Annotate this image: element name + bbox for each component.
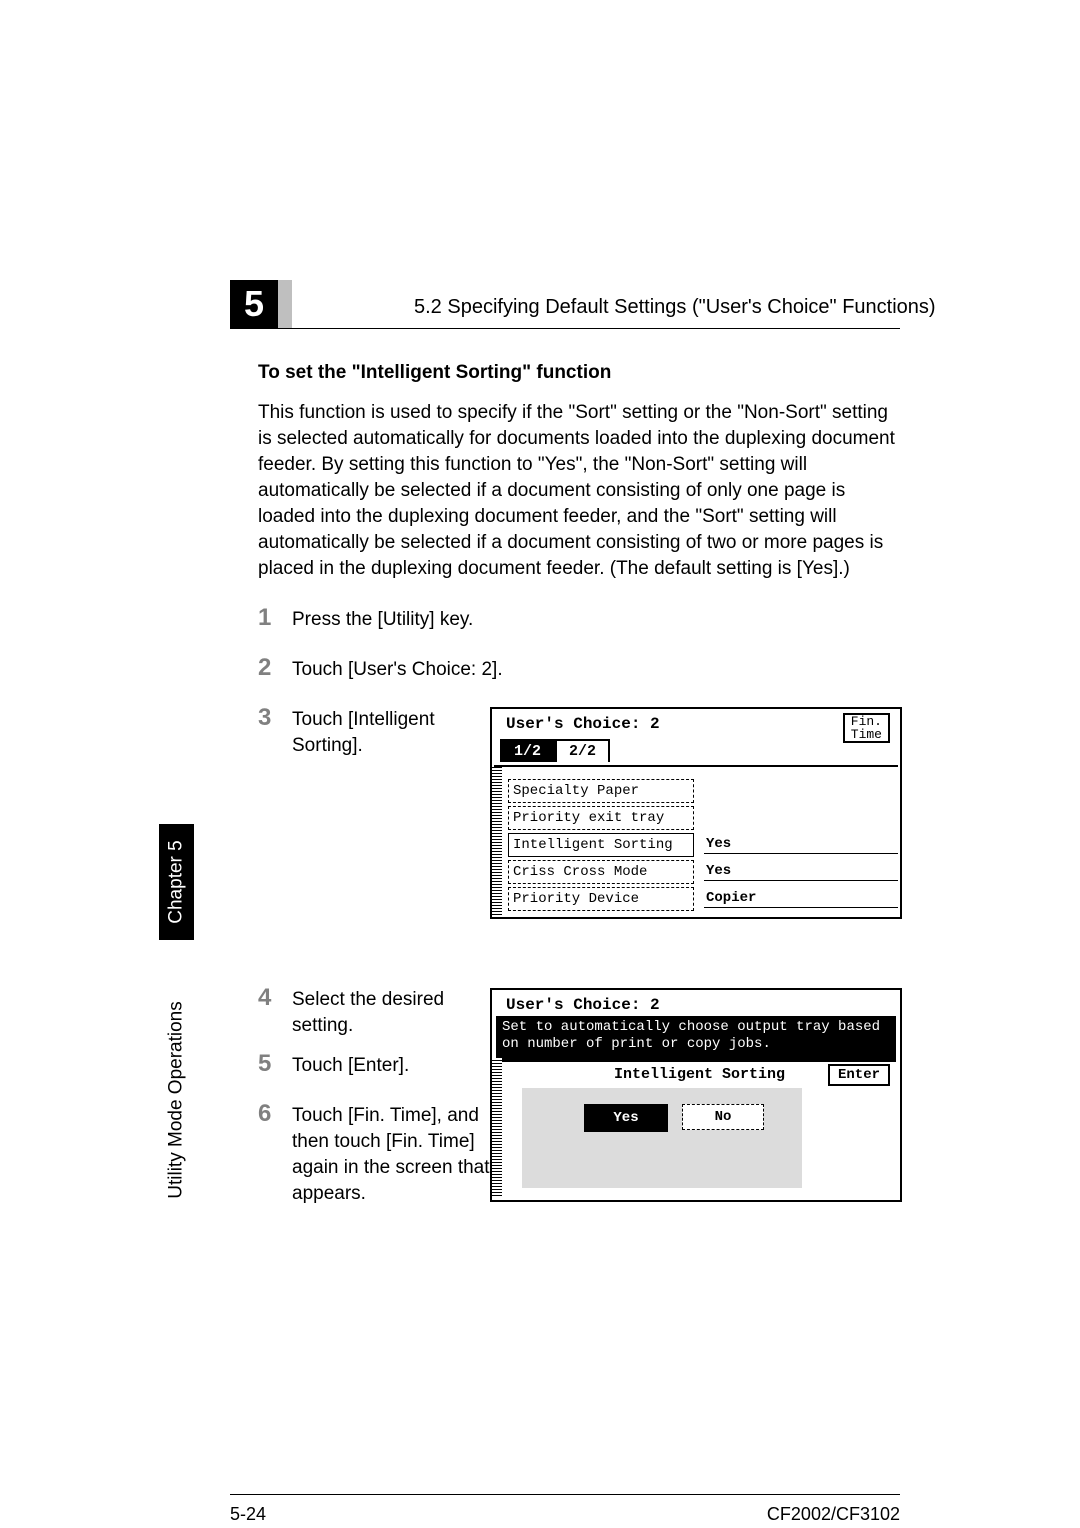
no-button[interactable]: No: [682, 1104, 764, 1130]
step-number: 4: [258, 984, 284, 1012]
step-text: Touch [User's Choice: 2].: [292, 657, 592, 683]
subheading: To set the "Intelligent Sorting" functio…: [258, 362, 611, 384]
step-text: Touch [Intelligent Sorting].: [292, 707, 482, 759]
side-tab-section-label: Utility Mode Operations: [166, 1001, 188, 1198]
lcd1-title: User's Choice: 2: [506, 715, 660, 733]
value-underline: [704, 853, 898, 854]
chapter-badge-shadow: [278, 280, 292, 328]
chapter-number-badge: 5: [230, 280, 278, 328]
side-tab-chapter: Chapter 5: [159, 824, 194, 940]
lcd1-row-priority-exit-tray: Priority exit tray: [508, 806, 892, 833]
section-header: 5.2 Specifying Default Settings ("User's…: [414, 296, 936, 319]
priority-device-value: Copier: [706, 890, 756, 906]
value-underline: [704, 880, 898, 881]
lcd-screenshot-2: User's Choice: 2 Set to automatically ch…: [490, 988, 902, 1202]
lcd1-row-specialty-paper: Specialty Paper: [508, 779, 892, 806]
lcd2-scroll-indicator: [492, 1058, 502, 1196]
lcd1-tabs: 1/22/2: [500, 737, 892, 767]
intelligent-sorting-button[interactable]: Intelligent Sorting: [508, 833, 694, 857]
footer-rule: [230, 1494, 900, 1495]
step-text: Touch [Fin. Time], and then touch [Fin. …: [292, 1103, 502, 1207]
step-text: Select the desired setting.: [292, 987, 482, 1039]
lcd2-option-area: [522, 1088, 802, 1188]
lcd1-row-criss-cross-mode: Criss Cross Mode Yes: [508, 860, 892, 887]
tab-2-of-2[interactable]: 2/2: [555, 739, 610, 762]
step-number: 2: [258, 654, 284, 682]
lcd2-help-banner: Set to automatically choose output tray …: [496, 1016, 896, 1062]
side-tab-section: Utility Mode Operations: [159, 970, 194, 1230]
lcd1-scroll-indicator: [492, 767, 502, 915]
header-rule: [230, 328, 900, 329]
model-number: CF2002/CF3102: [767, 1504, 900, 1525]
criss-cross-mode-button[interactable]: Criss Cross Mode: [508, 860, 694, 884]
criss-cross-mode-value: Yes: [706, 863, 731, 879]
intro-paragraph: This function is used to specify if the …: [258, 400, 898, 582]
lcd2-title: User's Choice: 2: [506, 996, 660, 1014]
lcd1-rows: Specialty Paper Priority exit tray Intel…: [508, 779, 892, 914]
page-number: 5-24: [230, 1504, 266, 1525]
tab-baseline: [494, 765, 898, 767]
step-number: 3: [258, 704, 284, 732]
step-number: 1: [258, 604, 284, 632]
lcd1-row-priority-device: Priority Device Copier: [508, 887, 892, 914]
priority-exit-tray-button[interactable]: Priority exit tray: [508, 806, 694, 830]
step-text: Press the [Utility] key.: [292, 607, 592, 633]
intelligent-sorting-value: Yes: [706, 836, 731, 852]
lcd-screenshot-1: User's Choice: 2 Fin. Time 1/22/2 Specia…: [490, 707, 902, 919]
step-number: 5: [258, 1050, 284, 1078]
side-tab-chapter-label: Chapter 5: [166, 840, 188, 923]
specialty-paper-button[interactable]: Specialty Paper: [508, 779, 694, 803]
step-number: 6: [258, 1100, 284, 1128]
lcd2-subtitle: Intelligent Sorting: [614, 1066, 785, 1083]
tab-1-of-2[interactable]: 1/2: [500, 739, 555, 762]
priority-device-button[interactable]: Priority Device: [508, 887, 694, 911]
lcd1-row-intelligent-sorting: Intelligent Sorting Yes: [508, 833, 892, 860]
yes-button[interactable]: Yes: [584, 1104, 668, 1132]
value-underline: [704, 907, 898, 908]
enter-button[interactable]: Enter: [828, 1064, 890, 1086]
lcd2-panel: Intelligent Sorting Enter Yes No: [504, 1060, 894, 1194]
